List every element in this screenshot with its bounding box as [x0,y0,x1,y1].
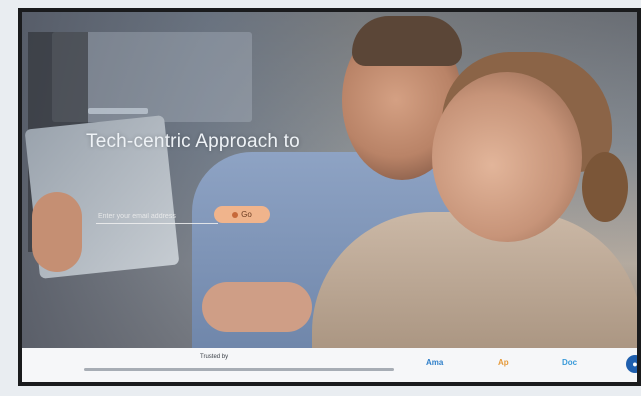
logo-strip-title: Trusted by [200,354,229,360]
hero-image-hand-2 [202,282,312,332]
cta-button[interactable]: Go [214,206,270,223]
hero-image-woman-bun [582,152,628,222]
hero-image-woman-head [432,72,582,242]
hero-eyebrow [88,108,148,114]
dot-icon [232,211,239,218]
email-input[interactable] [96,209,218,224]
monitor-frame: Tech-centric Approach to Go Trusted by A… [18,8,641,386]
logo-strip-subtitle [84,368,394,371]
hero-image-man-hair [352,16,462,66]
hero-section: Tech-centric Approach to Go [22,12,641,348]
cta-button-label: Go [241,210,252,219]
hero-headline: Tech-centric Approach to [86,131,300,152]
circle-logo-icon: ● [626,355,641,373]
hero-image-hand [32,192,82,272]
partner-logo-3: Doc [562,358,578,367]
logo-strip: Trusted by Ama Ap Doc ● [22,348,641,382]
partner-logo-1: Ama [426,358,444,367]
partner-logo-2: Ap [498,358,509,367]
